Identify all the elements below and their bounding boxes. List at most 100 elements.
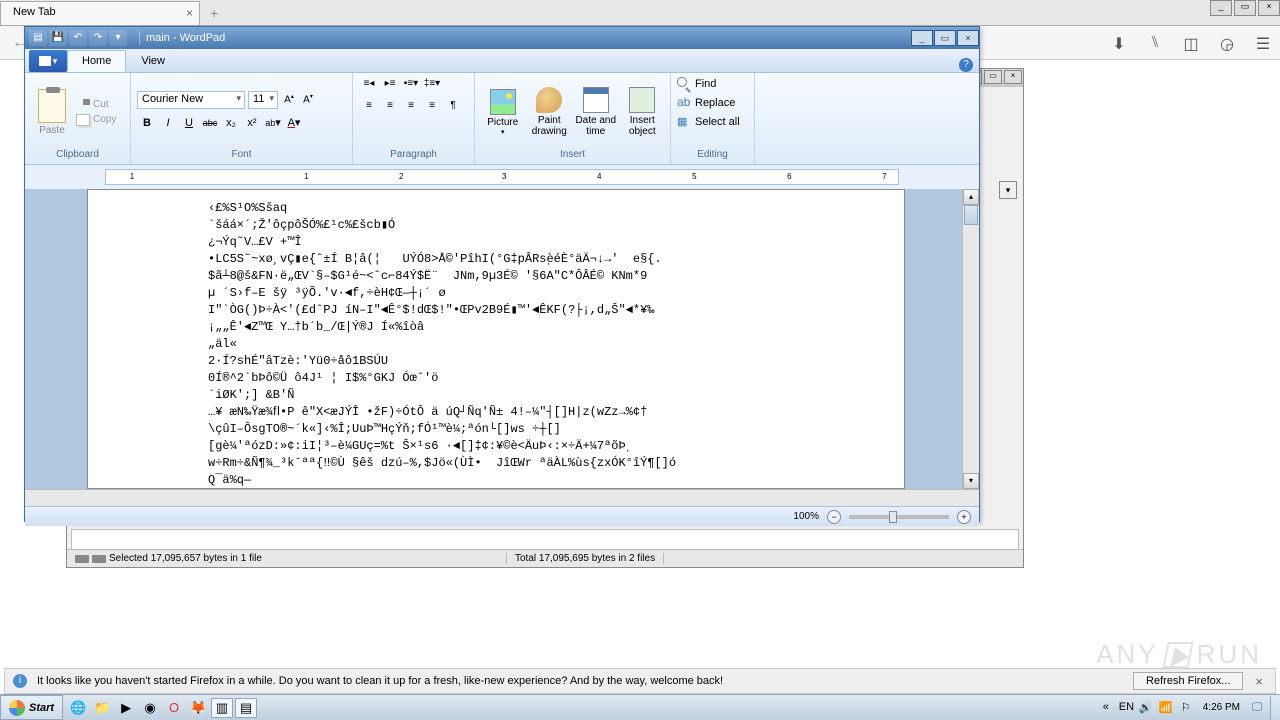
vertical-scrollbar[interactable]: ▴ ▾: [962, 189, 979, 489]
library-icon[interactable]: ⑊: [1146, 34, 1164, 52]
shrink-font-button[interactable]: A▾: [300, 92, 316, 108]
tab-view[interactable]: View: [126, 50, 180, 72]
select-all-icon: [677, 115, 691, 129]
taskbar-app1-icon[interactable]: ▥: [211, 698, 233, 718]
underline-button[interactable]: U: [179, 113, 199, 133]
select-all-button[interactable]: Select all: [677, 113, 740, 131]
document-page[interactable]: ‹£%S¹O%Sšaq `šáá×´;Ž'ôçpôŠÓ%£¹c%£šcb▮Ó ¿…: [87, 189, 905, 489]
bg-close-icon[interactable]: ×: [1004, 70, 1022, 84]
tray-lang-icon[interactable]: EN: [1119, 701, 1133, 715]
wp-minimize-icon[interactable]: _: [911, 30, 933, 46]
taskbar-media-icon[interactable]: ▶: [115, 698, 137, 718]
maximize-icon[interactable]: ▭: [1234, 0, 1256, 16]
zoom-out-button[interactable]: −: [827, 510, 841, 524]
date-time-button[interactable]: Date and time: [574, 87, 618, 137]
font-name-combo[interactable]: Courier New: [137, 91, 245, 109]
document-text[interactable]: ‹£%S¹O%Sšaq `šáá×´;Ž'ôçpôŠÓ%£¹c%£šcb▮Ó ¿…: [208, 200, 904, 489]
horizontal-scrollbar[interactable]: [25, 489, 979, 506]
bold-button[interactable]: B: [137, 113, 157, 133]
align-right-button[interactable]: ≡: [401, 97, 421, 115]
justify-button[interactable]: ≡: [422, 97, 442, 115]
account-icon[interactable]: ◶: [1218, 34, 1236, 52]
scroll-up-icon[interactable]: ▴: [963, 189, 979, 205]
dec-indent-button[interactable]: ≡◂: [359, 75, 379, 93]
line-spacing-button[interactable]: ‡≡▾: [422, 75, 442, 93]
ruler[interactable]: 1 1 2 3 4 5 6 7: [105, 169, 899, 185]
subscript-button[interactable]: x₂: [221, 113, 241, 133]
tab-close-icon[interactable]: ×: [186, 6, 193, 20]
tray-monitor-icon[interactable]: 🖵: [1250, 701, 1264, 715]
ruler-area: 1 1 2 3 4 5 6 7: [25, 165, 979, 189]
taskbar-opera-icon[interactable]: O: [163, 698, 185, 718]
tray-network-icon[interactable]: 📶: [1159, 701, 1173, 715]
new-tab-button[interactable]: +: [200, 1, 228, 25]
strike-button[interactable]: abc: [200, 113, 220, 133]
taskbar-chrome-icon[interactable]: ◉: [139, 698, 161, 718]
italic-button[interactable]: I: [158, 113, 178, 133]
wordpad-title: main - WordPad: [146, 32, 225, 44]
zoom-in-button[interactable]: +: [957, 510, 971, 524]
paragraph-dialog-button[interactable]: ¶: [443, 97, 463, 115]
inc-indent-button[interactable]: ▸≡: [380, 75, 400, 93]
qa-undo-icon[interactable]: ↶: [69, 30, 87, 46]
browser-tab-strip: New Tab × + _ ▭ ×: [0, 0, 1280, 26]
refresh-firefox-button[interactable]: Refresh Firefox...: [1133, 672, 1243, 690]
align-center-button[interactable]: ≡: [380, 97, 400, 115]
show-desktop-button[interactable]: [1270, 696, 1280, 720]
tray-volume-icon[interactable]: 🔊: [1139, 701, 1153, 715]
taskbar-explorer-icon[interactable]: 📁: [91, 698, 113, 718]
wp-maximize-icon[interactable]: ▭: [934, 30, 956, 46]
qa-doc-icon[interactable]: ▤: [29, 30, 47, 46]
tray-chevron-icon[interactable]: «: [1099, 701, 1113, 715]
font-color-button[interactable]: A▾: [284, 113, 304, 133]
editing-label: Editing: [677, 149, 748, 162]
paragraph-label: Paragraph: [359, 149, 468, 162]
taskbar-clock[interactable]: 4:26 PM: [1199, 702, 1244, 713]
scroll-down-icon[interactable]: ▾: [963, 473, 979, 489]
help-icon[interactable]: ?: [959, 58, 973, 72]
taskbar-firefox-icon[interactable]: 🦊: [187, 698, 209, 718]
qa-dropdown-icon[interactable]: ▾: [109, 30, 127, 46]
start-button[interactable]: Start: [0, 695, 63, 720]
paste-button[interactable]: Paste: [31, 89, 73, 136]
wordpad-menubar: ▾ Home View ?: [25, 49, 979, 73]
tab-home[interactable]: Home: [67, 50, 126, 72]
file-menu-button[interactable]: ▾: [29, 50, 67, 72]
find-button[interactable]: Find: [677, 75, 716, 93]
superscript-button[interactable]: x²: [242, 113, 262, 133]
taskbar-ie-icon[interactable]: 🌐: [67, 698, 89, 718]
paint-drawing-button[interactable]: Paint drawing: [528, 87, 572, 137]
sidebar-icon[interactable]: ◫: [1182, 34, 1200, 52]
qa-redo-icon[interactable]: ↷: [89, 30, 107, 46]
taskbar: Start 🌐 📁 ▶ ◉ O 🦊 ▥ ▤ « EN 🔊 📶 ⚐ 4:26 PM…: [0, 694, 1280, 720]
align-left-button[interactable]: ≡: [359, 97, 379, 115]
qa-save-icon[interactable]: 💾: [49, 30, 67, 46]
zoom-percent: 100%: [793, 511, 819, 522]
grow-font-button[interactable]: A▴: [281, 92, 297, 108]
notification-close-icon[interactable]: ×: [1251, 674, 1267, 689]
bg-maximize-icon[interactable]: ▭: [984, 70, 1002, 84]
bg-dropdown[interactable]: ▾: [999, 181, 1017, 199]
insert-object-button[interactable]: Insert object: [621, 87, 665, 137]
notification-text: It looks like you haven't started Firefo…: [37, 675, 723, 687]
zoom-slider[interactable]: [849, 515, 949, 519]
taskbar-wordpad-icon[interactable]: ▤: [235, 698, 257, 718]
highlight-button[interactable]: ab▾: [263, 113, 283, 133]
replace-button[interactable]: ab Replace: [677, 94, 735, 112]
scroll-thumb[interactable]: [964, 205, 978, 225]
browser-window-controls: _ ▭ ×: [1210, 0, 1280, 16]
tray-flag-icon[interactable]: ⚐: [1179, 701, 1193, 715]
wordpad-titlebar[interactable]: ▤ 💾 ↶ ↷ ▾ main - WordPad _ ▭ ×: [25, 27, 979, 49]
wp-close-icon[interactable]: ×: [957, 30, 979, 46]
minimize-icon[interactable]: _: [1210, 0, 1232, 16]
bullets-button[interactable]: ▪≡▾: [401, 75, 421, 93]
browser-tab[interactable]: New Tab ×: [0, 1, 200, 25]
downloads-icon[interactable]: ⬇: [1110, 34, 1128, 52]
insert-picture-button[interactable]: Picture ▾: [481, 89, 525, 136]
font-size-combo[interactable]: 11: [248, 91, 278, 109]
close-icon[interactable]: ×: [1258, 0, 1280, 16]
menu-icon[interactable]: ☰: [1254, 34, 1272, 52]
zoom-slider-thumb[interactable]: [889, 511, 897, 523]
disk-icon: [75, 555, 89, 563]
system-tray: « EN 🔊 📶 ⚐ 4:26 PM 🖵: [1093, 701, 1270, 715]
